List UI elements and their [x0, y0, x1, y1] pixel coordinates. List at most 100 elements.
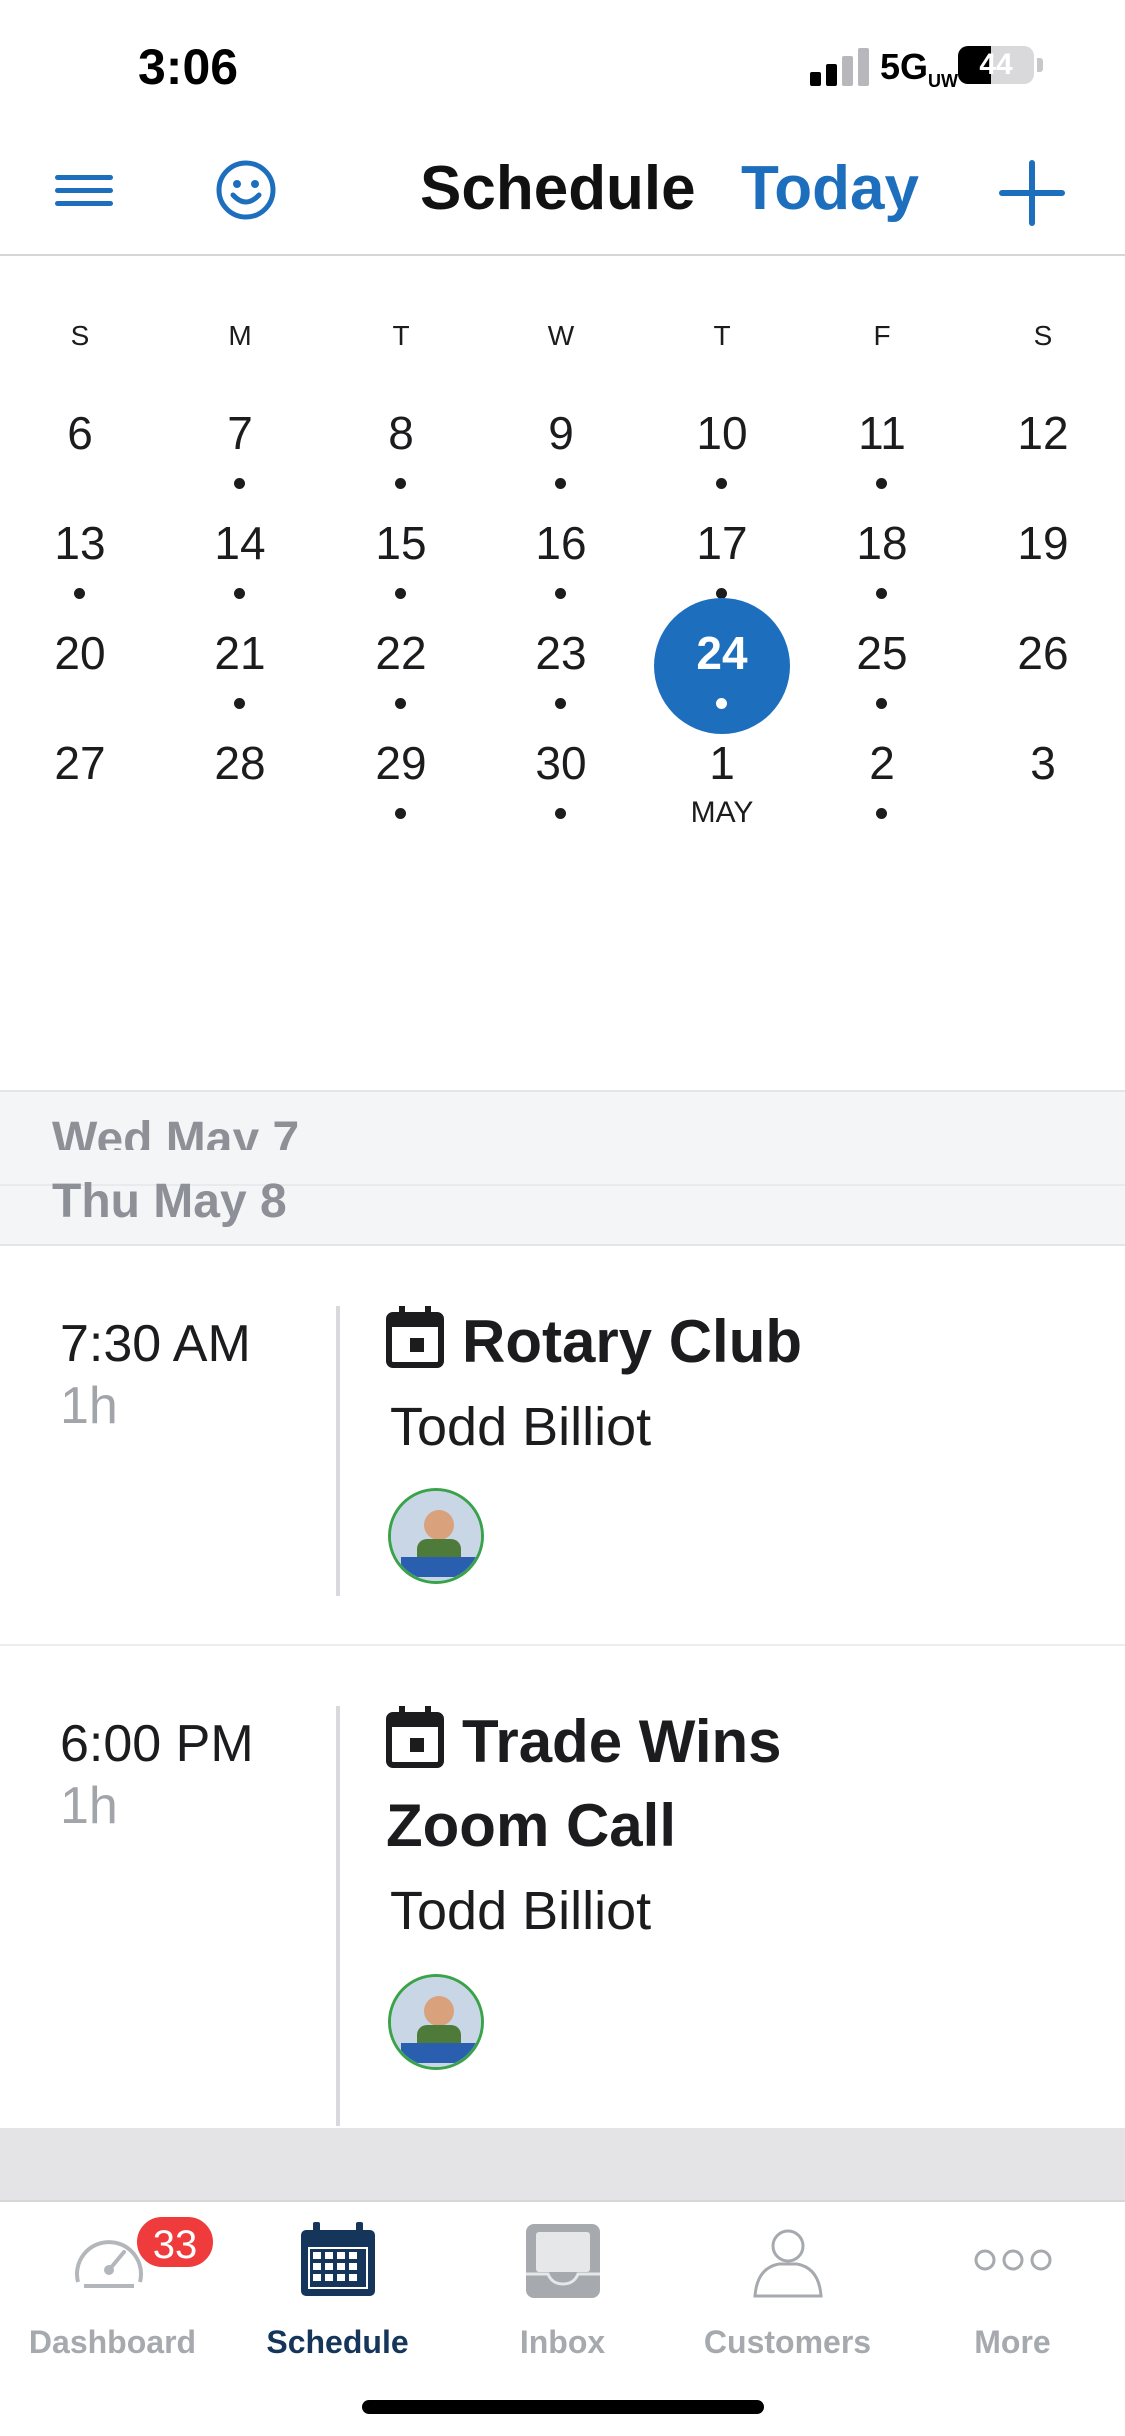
event-person: Todd Billiot [390, 1881, 652, 1941]
weekday-label: S [70, 320, 90, 351]
battery-level: 44 [979, 48, 1013, 81]
weekday-label: S [1033, 320, 1053, 351]
weekday-label: W [547, 320, 575, 351]
event-indicator-dot [716, 478, 727, 489]
today-button[interactable]: Today [741, 153, 919, 224]
event-indicator-dot [395, 698, 406, 709]
tab-label: Customers [703, 2324, 872, 2360]
event-indicator-dot [876, 588, 887, 599]
day-number: 8 [388, 407, 414, 459]
month-label: MAY [690, 796, 754, 829]
avatar [388, 1488, 484, 1584]
page-title: Schedule [420, 154, 696, 223]
event-card[interactable]: 7:30 AM 1h Rotary Club Todd Billiot [0, 1246, 1125, 1646]
event-indicator-dot [234, 588, 245, 599]
event-indicator-dot [234, 698, 245, 709]
event-indicator-dot [395, 808, 406, 819]
day-number: 15 [375, 517, 427, 569]
tab-schedule[interactable]: Schedule [225, 2222, 450, 2372]
network-type: 5GUW [880, 46, 958, 92]
tab-dashboard[interactable]: 33 Dashboard [0, 2214, 225, 2372]
tab-label: Inbox [519, 2324, 606, 2360]
person-icon [753, 2229, 823, 2298]
date-header-thu-label: Thu May 8 [52, 1175, 287, 1228]
tab-inbox[interactable]: Inbox [450, 2222, 675, 2372]
event-indicator-dot [876, 478, 887, 489]
event-indicator-dot [395, 588, 406, 599]
weekday-label: T [392, 320, 410, 351]
event-indicator-dot [876, 808, 887, 819]
day-number: 3 [1030, 737, 1056, 789]
event-divider [336, 1306, 340, 1596]
day-number: 10 [696, 407, 748, 459]
signal-strength-icon [810, 48, 870, 86]
tab-customers[interactable]: Customers [675, 2222, 900, 2372]
battery-cap [1037, 58, 1043, 72]
event-divider [336, 1706, 340, 2126]
day-number: 24 [696, 627, 748, 679]
smiley-icon[interactable] [215, 159, 277, 221]
event-duration: 1h [60, 1777, 118, 1835]
day-number: 18 [856, 517, 908, 569]
calendar-icon [301, 2222, 375, 2296]
weekday-label: M [228, 320, 252, 351]
event-indicator-dot [716, 698, 727, 709]
calendar-day[interactable]: 3 [963, 710, 1123, 850]
tab-label: More [974, 2324, 1051, 2360]
event-time: 7:30 AM [60, 1315, 251, 1373]
calendar-day[interactable]: 1 MAY [642, 710, 802, 850]
calendar-day[interactable]: 29 [321, 710, 481, 850]
hamburger-menu-icon[interactable] [55, 165, 115, 215]
status-bar: 3:06 5GUW 44 [0, 0, 1125, 135]
weekday-header: S M T W T F S [0, 320, 1125, 360]
event-indicator-dot [234, 478, 245, 489]
day-number: 28 [214, 737, 266, 789]
calendar-day[interactable]: 27 [0, 710, 160, 850]
day-number: 6 [67, 407, 93, 459]
more-icon [974, 2249, 1052, 2271]
calendar-day[interactable]: 28 [160, 710, 320, 850]
status-time: 3:06 [138, 39, 239, 95]
day-number: 30 [535, 737, 587, 789]
day-number: 1 [709, 737, 735, 789]
day-number: 14 [214, 517, 266, 569]
add-icon[interactable] [998, 159, 1066, 227]
day-number: 17 [696, 517, 748, 569]
avatar-image [391, 1491, 481, 1581]
day-number: 2 [869, 737, 895, 789]
event-indicator-dot [555, 478, 566, 489]
event-duration: 1h [60, 1377, 118, 1435]
day-number: 20 [54, 627, 106, 679]
day-number: 11 [858, 407, 906, 459]
day-number: 26 [1017, 627, 1069, 679]
day-number: 22 [375, 627, 427, 679]
network-label: 5G [880, 46, 929, 87]
day-number: 25 [856, 627, 908, 679]
network-suffix: UW [928, 71, 959, 92]
event-person: Todd Billiot [390, 1397, 652, 1457]
event-title: Rotary Club [462, 1308, 803, 1375]
tab-more[interactable]: More [900, 2222, 1125, 2372]
event-indicator-dot [395, 478, 406, 489]
day-number: 12 [1017, 407, 1069, 459]
calendar-day[interactable]: 30 [481, 710, 641, 850]
home-indicator [362, 2400, 764, 2414]
date-header-wed: Wed May 7 [0, 1090, 1125, 1166]
day-number: 23 [535, 627, 587, 679]
event-indicator-dot [555, 588, 566, 599]
calendar-day[interactable]: 2 [802, 710, 962, 850]
day-number: 29 [375, 737, 427, 789]
month-calendar: S M T W T F S 6 7 8 9 10 11 12 13 14 15 16 17 18 19 20… [0, 258, 1125, 1090]
weekday-label: T [713, 320, 731, 351]
event-title: Trade Wins Zoom Call [386, 1708, 782, 1859]
day-number: 13 [54, 517, 106, 569]
event-card[interactable]: 6:00 PM 1h Trade Wins Zoom Call Todd Bil… [0, 1646, 1125, 2128]
battery-icon: 44 [958, 46, 1034, 84]
day-number: 21 [214, 627, 266, 679]
notification-badge: 33 [134, 2214, 216, 2270]
day-number: 19 [1017, 517, 1069, 569]
list-footer [0, 2128, 1125, 2200]
event-indicator-dot [74, 588, 85, 599]
avatar [388, 1974, 484, 2070]
day-number: 9 [548, 407, 574, 459]
